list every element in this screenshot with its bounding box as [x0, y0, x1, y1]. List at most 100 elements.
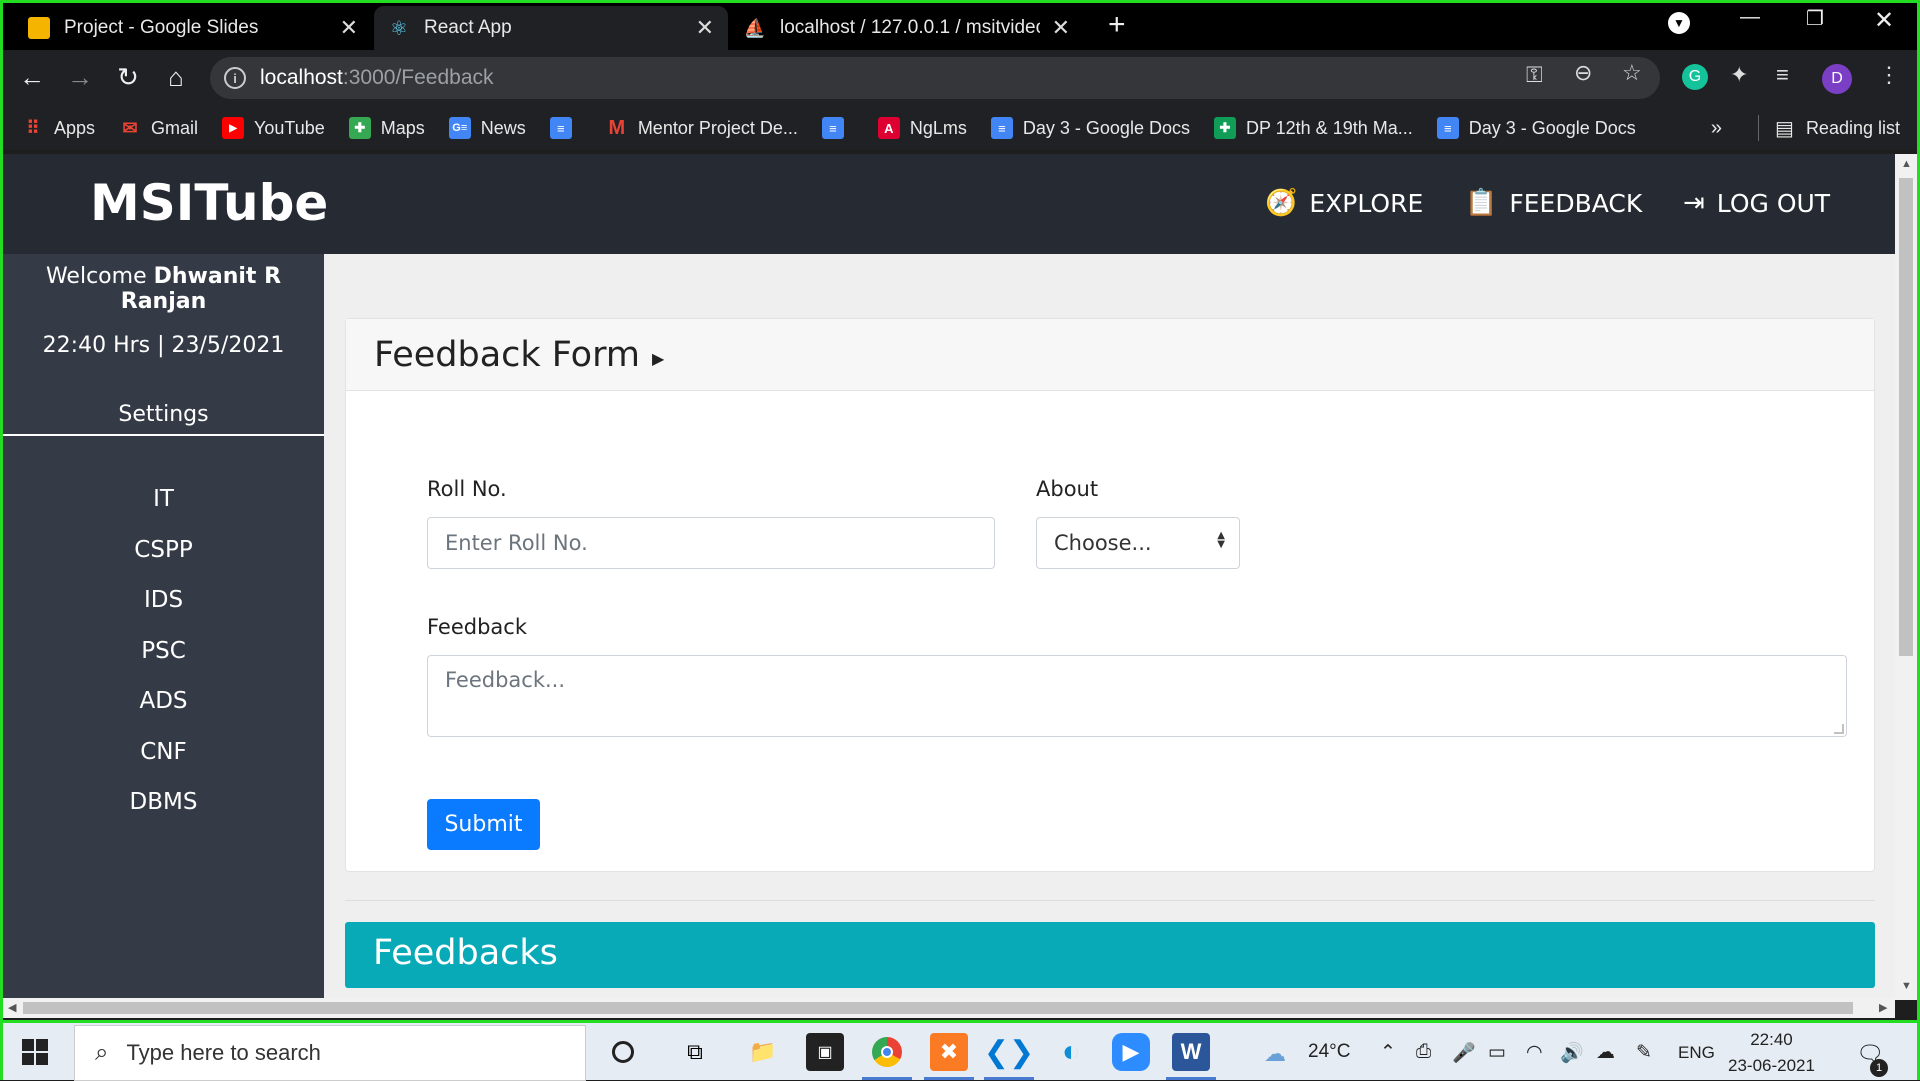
pen-icon[interactable]: ✎ — [1636, 1041, 1652, 1064]
profile-avatar[interactable]: D — [1822, 64, 1852, 94]
site-info-icon[interactable]: i — [224, 67, 246, 89]
scroll-down-icon[interactable]: ▼ — [1901, 980, 1912, 992]
microphone-icon[interactable]: 🎤 — [1452, 1041, 1476, 1065]
cortana-icon[interactable] — [604, 1033, 642, 1071]
zoom-app-icon[interactable]: ▶ — [1112, 1033, 1150, 1071]
task-view-icon[interactable]: ⧉ — [676, 1033, 714, 1071]
menu-kebab-icon[interactable]: ⋮ — [1878, 62, 1900, 88]
scroll-left-icon[interactable]: ◀ — [8, 1001, 16, 1014]
forward-icon[interactable]: → — [64, 62, 96, 93]
nav-feedback[interactable]: 📋 FEEDBACK — [1465, 188, 1642, 218]
star-icon[interactable]: ☆ — [1622, 60, 1642, 86]
vertical-scroll-thumb[interactable] — [1899, 178, 1913, 656]
minimize-icon[interactable]: — — [1740, 6, 1760, 29]
bookmark-gmail[interactable]: ✉ Gmail — [119, 117, 198, 139]
close-icon[interactable]: ✕ — [1052, 15, 1070, 41]
submit-button[interactable]: Submit — [427, 799, 540, 850]
bookmark-docs[interactable]: ≡ — [549, 117, 582, 139]
bookmark-day3-docs-2[interactable]: ≡ Day 3 - Google Docs — [1436, 117, 1636, 139]
close-window-icon[interactable]: ✕ — [1874, 6, 1894, 35]
sidebar-item-psc[interactable]: PSC — [3, 638, 324, 664]
bookmark-youtube[interactable]: ▶ YouTube — [222, 117, 325, 139]
url-path: :3000/Feedback — [342, 66, 494, 89]
bookmark-apps[interactable]: ⠿ Apps — [22, 117, 95, 139]
resize-handle-icon[interactable] — [1834, 724, 1844, 734]
reading-list[interactable]: Reading list — [1806, 118, 1900, 139]
scroll-up-icon[interactable]: ▲ — [1901, 158, 1912, 170]
meet-now-icon[interactable]: ⎙ — [1416, 1041, 1431, 1063]
sidebar-item-dbms[interactable]: DBMS — [3, 789, 324, 815]
close-icon[interactable]: ✕ — [696, 15, 714, 41]
home-icon[interactable]: ⌂ — [160, 62, 192, 93]
tab-google-slides[interactable]: Project - Google Slides ✕ — [14, 6, 372, 50]
sidebar-item-settings[interactable]: Settings — [3, 402, 324, 427]
weather-cloud-icon[interactable]: ☁ — [1264, 1041, 1286, 1067]
grammarly-icon[interactable]: G — [1682, 64, 1708, 90]
about-select[interactable]: Choose... ▲ ▼ — [1036, 517, 1240, 569]
xampp-icon[interactable]: ✖ — [930, 1033, 968, 1071]
tab-search-icon[interactable]: ▼ — [1668, 12, 1690, 34]
sidebar-item-ads[interactable]: ADS — [3, 688, 324, 714]
url-host: localhost — [260, 66, 343, 89]
sidebar-item-ids[interactable]: IDS — [3, 587, 324, 613]
google-docs-icon: ≡ — [549, 117, 572, 139]
media-queue-icon[interactable]: ≡ — [1776, 62, 1789, 88]
battery-icon[interactable]: ▭ — [1488, 1041, 1506, 1064]
key-icon[interactable]: ⚿ — [1526, 62, 1543, 88]
new-tab-plus-icon[interactable]: + — [1108, 8, 1126, 42]
sidebar-item-it[interactable]: IT — [3, 486, 324, 512]
chrome-icon[interactable] — [868, 1033, 906, 1071]
roll-no-input[interactable]: Enter Roll No. — [427, 517, 995, 569]
timestamp: 22:40 Hrs | 23/5/2021 — [42, 333, 285, 358]
scroll-right-icon[interactable]: ▶ — [1879, 1001, 1887, 1014]
bookmark-news[interactable]: G≡ News — [448, 117, 526, 139]
sidebar-item-cnf[interactable]: CNF — [3, 739, 324, 765]
wifi-icon[interactable]: ◠ — [1526, 1041, 1543, 1064]
bookmark-dp-sheets[interactable]: ✚ DP 12th & 19th Ma... — [1213, 117, 1413, 139]
bookmark-mentor-project[interactable]: M Mentor Project De... — [606, 117, 797, 139]
tray-chevron-up-icon[interactable]: ⌃ — [1380, 1041, 1396, 1064]
onedrive-icon[interactable]: ☁ — [1596, 1041, 1615, 1064]
edge-icon[interactable]: ◐ — [1052, 1033, 1090, 1071]
nav-feedback-label: FEEDBACK — [1509, 188, 1643, 218]
bookmark-nglms[interactable]: A NgLms — [877, 117, 967, 139]
horizontal-scrollbar[interactable]: ◀ ▶ — [3, 998, 1895, 1018]
close-icon[interactable]: ✕ — [340, 15, 358, 41]
nav-explore[interactable]: 🧭 EXPLORE — [1265, 188, 1423, 218]
extensions-puzzle-icon[interactable]: ✦ — [1730, 62, 1748, 88]
back-icon[interactable]: ← — [16, 62, 48, 93]
vertical-scrollbar[interactable]: ▲ ▼ — [1895, 154, 1917, 1000]
taskbar-search[interactable]: ⌕ Type here to search — [74, 1025, 586, 1081]
file-explorer-icon[interactable]: 📁 — [744, 1033, 782, 1071]
sidebar-item-cspp[interactable]: CSPP — [3, 537, 324, 563]
bookmark-docs-2[interactable]: ≡ — [821, 117, 854, 139]
brand-logo[interactable]: MSITube — [90, 174, 328, 232]
volume-icon[interactable]: 🔊 — [1560, 1041, 1584, 1065]
taskbar-clock[interactable]: 22:40 23-06-2021 — [1728, 1027, 1815, 1079]
address-bar[interactable]: i localhost:3000/Feedback — [210, 57, 1660, 99]
vscode-icon[interactable]: ❮❯ — [984, 1033, 1034, 1071]
vm-app-icon[interactable]: ▣ — [806, 1033, 844, 1071]
bookmark-maps[interactable]: ✚ Maps — [348, 117, 425, 139]
google-news-icon: G≡ — [448, 117, 471, 139]
windows-start-icon[interactable] — [22, 1039, 48, 1070]
horizontal-scroll-thumb[interactable] — [23, 1002, 1853, 1014]
nav-logout[interactable]: ⇥ LOG OUT — [1683, 188, 1830, 218]
word-icon[interactable]: W — [1172, 1033, 1210, 1071]
language-indicator[interactable]: ENG — [1678, 1043, 1715, 1063]
bookmark-day3-docs[interactable]: ≡ Day 3 - Google Docs — [990, 117, 1190, 139]
roll-no-label: Roll No. — [427, 477, 507, 501]
bookmarks-overflow-icon[interactable]: » — [1711, 117, 1722, 140]
feedback-form-card: Feedback Form ▶ Roll No. Enter Roll No. … — [345, 318, 1875, 872]
caret-right-icon[interactable]: ▶ — [652, 349, 664, 369]
clock-date: 23-06-2021 — [1728, 1056, 1815, 1075]
feedback-textarea[interactable]: Feedback... — [427, 655, 1847, 737]
tab-title: Project - Google Slides — [64, 17, 259, 38]
restore-icon[interactable]: ❐ — [1806, 6, 1824, 31]
tab-react-app[interactable]: ⚛ React App ✕ — [374, 6, 728, 50]
zoom-icon[interactable]: ⊖ — [1574, 60, 1592, 86]
feedbacks-header: Feedbacks — [345, 922, 1875, 988]
tab-phpmyadmin[interactable]: ⛵ localhost / 127.0.0.1 / msitvideo / ✕ — [730, 6, 1084, 50]
reload-icon[interactable]: ↻ — [112, 62, 144, 93]
weather-temp[interactable]: 24°C — [1308, 1041, 1350, 1063]
